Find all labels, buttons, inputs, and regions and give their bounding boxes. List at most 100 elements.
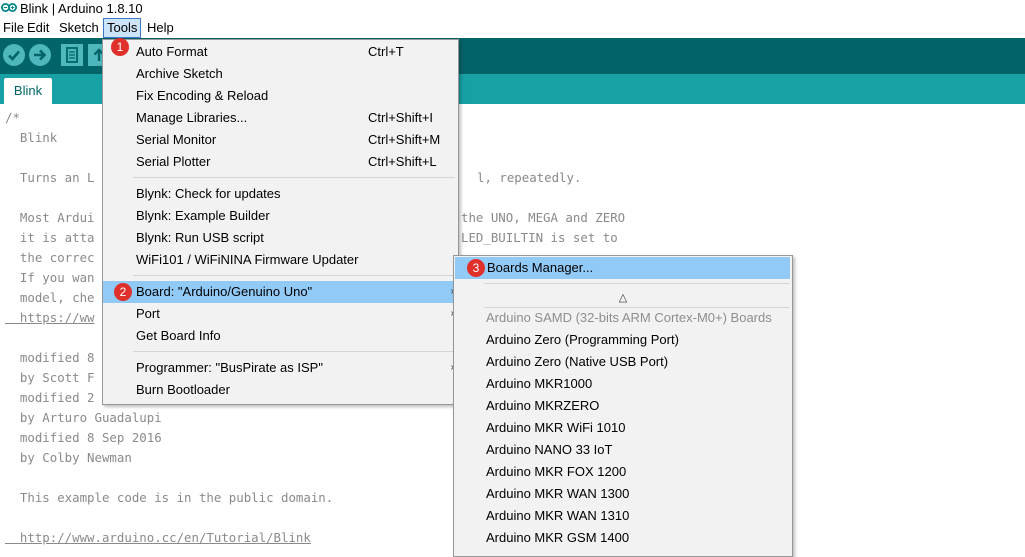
menu-item-shortcut: Ctrl+Shift+L xyxy=(368,154,437,169)
menu-item-label: Boards Manager... xyxy=(487,260,594,275)
board-label: Arduino Zero (Native USB Port) xyxy=(486,354,669,369)
menu-item-shortcut: Ctrl+Shift+I xyxy=(368,110,434,125)
menu-item-board[interactable]: Board: "Arduino/Genuino Uno" › xyxy=(103,281,458,303)
menu-item-serial-monitor[interactable]: Serial Monitor Ctrl+Shift+M xyxy=(103,129,458,151)
menu-sketch[interactable]: Sketch xyxy=(56,18,102,38)
code-link[interactable]: http://www.arduino.cc/en/Tutorial/Blink xyxy=(5,528,311,548)
menu-item-port[interactable]: Port › xyxy=(103,303,458,325)
menu-item-label: Fix Encoding & Reload xyxy=(136,88,269,103)
tab-blink[interactable]: Blink xyxy=(4,78,52,104)
board-label: Arduino Zero (Programming Port) xyxy=(486,332,679,347)
arduino-logo-icon xyxy=(1,3,17,12)
menu-item-get-board-info[interactable]: Get Board Info xyxy=(103,325,458,347)
document-icon xyxy=(66,47,78,63)
code-line: modified 2 xyxy=(5,390,95,405)
annotation-badge-3: 3 xyxy=(467,259,485,277)
tools-menu: Auto Format Ctrl+T Archive Sketch Fix En… xyxy=(102,39,459,405)
menu-help[interactable]: Help xyxy=(144,18,177,38)
code-line: by Arturo Guadalupi xyxy=(5,410,162,425)
menu-item-shortcut: Ctrl+T xyxy=(368,44,404,59)
title-bar: Blink | Arduino 1.8.10 xyxy=(0,0,1025,18)
code-line: it is atta xyxy=(5,230,95,245)
menu-item-label: Blynk: Example Builder xyxy=(136,208,270,223)
menu-item-archive-sketch[interactable]: Archive Sketch xyxy=(103,63,458,85)
menu-item-label: Get Board Info xyxy=(136,328,221,343)
board-label: Arduino MKR WAN 1310 xyxy=(486,508,630,523)
menu-item-serial-plotter[interactable]: Serial Plotter Ctrl+Shift+L xyxy=(103,151,458,173)
menu-tools[interactable]: Tools xyxy=(103,18,142,38)
upload-button[interactable] xyxy=(29,44,51,66)
annotation-badge-1: 1 xyxy=(111,38,129,56)
arrow-right-icon xyxy=(34,49,47,61)
code-line: Blink xyxy=(5,130,58,145)
board-item[interactable]: Arduino MKR GSM 1400 xyxy=(454,527,792,549)
menu-separator xyxy=(484,283,789,284)
board-item[interactable]: Arduino NANO 33 IoT xyxy=(454,439,792,461)
board-item[interactable]: Arduino MKR1000 xyxy=(454,373,792,395)
code-line: the correc xyxy=(5,250,95,265)
menu-item-burn-bootloader[interactable]: Burn Bootloader xyxy=(103,379,458,401)
menu-item-programmer[interactable]: Programmer: "BusPirate as ISP" › xyxy=(103,357,458,379)
code-line-fragment: the UNO, MEGA and ZERO xyxy=(461,210,626,225)
code-line: Turns an L xyxy=(5,170,95,185)
scroll-up-arrow-icon[interactable]: △ xyxy=(454,288,792,308)
boards-section-header: Arduino SAMD (32-bits ARM Cortex-M0+) Bo… xyxy=(454,307,792,329)
menu-item-wifi-firmware-updater[interactable]: WiFi101 / WiFiNINA Firmware Updater xyxy=(103,249,458,271)
menu-item-label: Auto Format xyxy=(136,44,208,59)
boards-submenu: Boards Manager... △ Arduino SAMD (32-bit… xyxy=(453,255,793,557)
menu-item-auto-format[interactable]: Auto Format Ctrl+T xyxy=(103,41,458,63)
menu-item-label: Programmer: "BusPirate as ISP" xyxy=(136,360,323,375)
menu-item-manage-libraries[interactable]: Manage Libraries... Ctrl+Shift+I xyxy=(103,107,458,129)
annotation-badge-2: 2 xyxy=(114,283,132,301)
code-line: by Colby Newman xyxy=(5,450,132,465)
menu-item-blynk-check-updates[interactable]: Blynk: Check for updates xyxy=(103,183,458,205)
board-item[interactable]: Arduino MKR WAN 1310 xyxy=(454,505,792,527)
menu-item-label: Manage Libraries... xyxy=(136,110,248,125)
menu-separator xyxy=(133,351,455,352)
menu-item-blynk-run-usb[interactable]: Blynk: Run USB script xyxy=(103,227,458,249)
menu-item-label: Blynk: Run USB script xyxy=(136,230,264,245)
menu-item-label: Port xyxy=(136,306,160,321)
menu-item-fix-encoding[interactable]: Fix Encoding & Reload xyxy=(103,85,458,107)
menu-item-label: Serial Plotter xyxy=(136,154,211,169)
menu-item-shortcut: Ctrl+Shift+M xyxy=(368,132,441,147)
menu-item-label: WiFi101 / WiFiNINA Firmware Updater xyxy=(136,252,359,267)
menu-file[interactable]: File xyxy=(0,18,27,38)
board-label: Arduino NANO 33 IoT xyxy=(486,442,613,457)
menu-item-label: Burn Bootloader xyxy=(136,382,230,397)
board-item[interactable]: Arduino Zero (Native USB Port) xyxy=(454,351,792,373)
board-item[interactable]: Arduino Zero (Programming Port) xyxy=(454,329,792,351)
menu-item-label: Board: "Arduino/Genuino Uno" xyxy=(136,284,313,299)
menu-separator xyxy=(133,177,455,178)
board-label: Arduino MKR FOX 1200 xyxy=(486,464,627,479)
board-label: Arduino MKR1000 xyxy=(486,376,593,391)
board-label: Arduino MKR GSM 1400 xyxy=(486,530,630,545)
code-line: modified 8 Sep 2016 xyxy=(5,430,162,445)
code-line: This example code is in the public domai… xyxy=(5,490,334,505)
menu-bar: File Edit Sketch Tools Help xyxy=(0,18,1025,38)
menu-item-blynk-example-builder[interactable]: Blynk: Example Builder xyxy=(103,205,458,227)
checkmark-icon xyxy=(8,50,20,61)
board-label: Arduino MKR WAN 1300 xyxy=(486,486,630,501)
code-line: by Scott F xyxy=(5,370,95,385)
verify-button[interactable] xyxy=(3,44,25,66)
code-line: If you wan xyxy=(5,270,95,285)
board-item[interactable]: Arduino MKR FOX 1200 xyxy=(454,461,792,483)
board-label: Arduino MKR WiFi 1010 xyxy=(486,420,626,435)
code-line: modified 8 xyxy=(5,350,95,365)
menu-separator xyxy=(133,275,455,276)
menu-edit[interactable]: Edit xyxy=(24,18,52,38)
code-line: Most Ardui xyxy=(5,210,95,225)
new-sketch-button[interactable] xyxy=(61,44,83,66)
code-link[interactable]: https://ww xyxy=(5,308,95,328)
board-item[interactable]: Arduino MKRZERO xyxy=(454,395,792,417)
menu-item-label: Archive Sketch xyxy=(136,66,223,81)
board-item[interactable]: Arduino MKR WAN 1300 xyxy=(454,483,792,505)
code-line: /* xyxy=(5,110,20,125)
menu-item-label: Blynk: Check for updates xyxy=(136,186,281,201)
board-label: Arduino MKRZERO xyxy=(486,398,600,413)
board-item[interactable]: Arduino MKR WiFi 1010 xyxy=(454,417,792,439)
window-title: Blink | Arduino 1.8.10 xyxy=(20,1,143,16)
menu-item-boards-manager[interactable]: Boards Manager... xyxy=(455,257,790,279)
code-line-fragment: LED_BUILTIN is set to xyxy=(461,230,618,245)
